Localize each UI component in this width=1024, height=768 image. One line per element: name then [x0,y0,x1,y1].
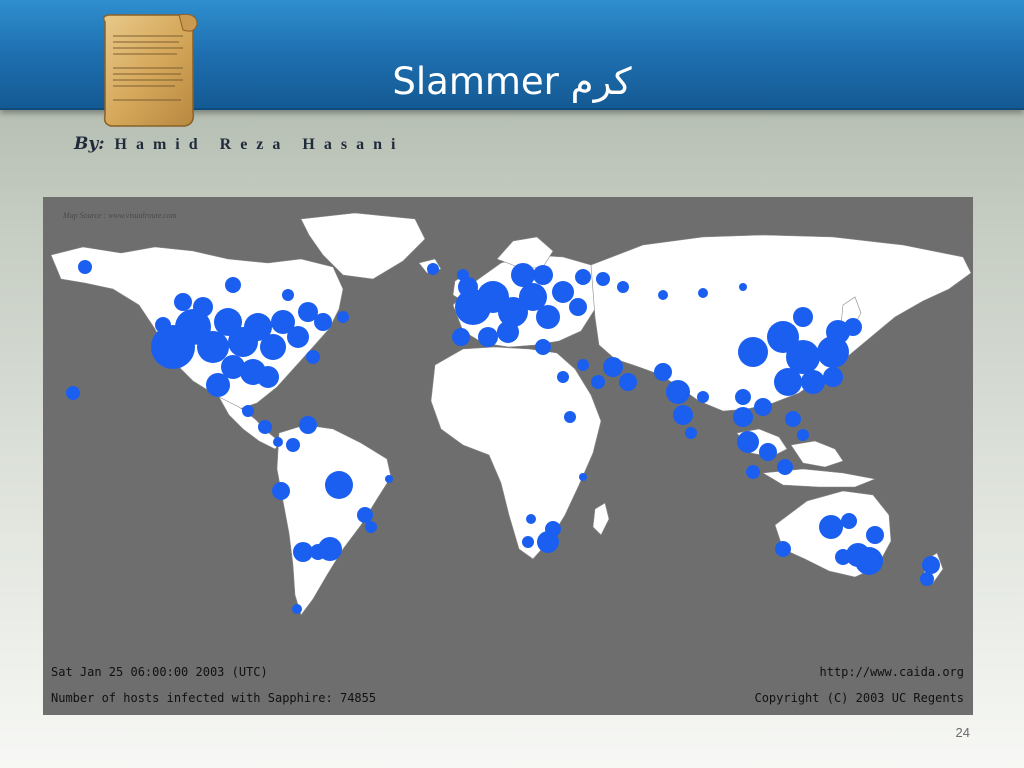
slide-page-number: 24 [955,725,970,740]
map-url: http://www.caida.org [819,665,965,679]
byline: By: Hamid Reza Hasani [74,134,404,158]
map-copyright: Copyright (C) 2003 UC Regents [754,691,964,705]
byline-label: By: [74,134,105,154]
map-source-note: Map Source : www.visualroute.com [63,211,177,220]
world-map-graphic [43,197,973,715]
map-timestamp: Sat Jan 25 06:00:00 2003 (UTC) [51,665,268,679]
infected-hosts-count: Number of hosts infected with Sapphire: … [51,691,377,705]
author-name: Hamid Reza Hasani [114,136,405,153]
infection-world-map: Map Source : www.visualroute.com Sat Jan… [43,197,973,715]
parchment-scroll-image [97,12,201,130]
